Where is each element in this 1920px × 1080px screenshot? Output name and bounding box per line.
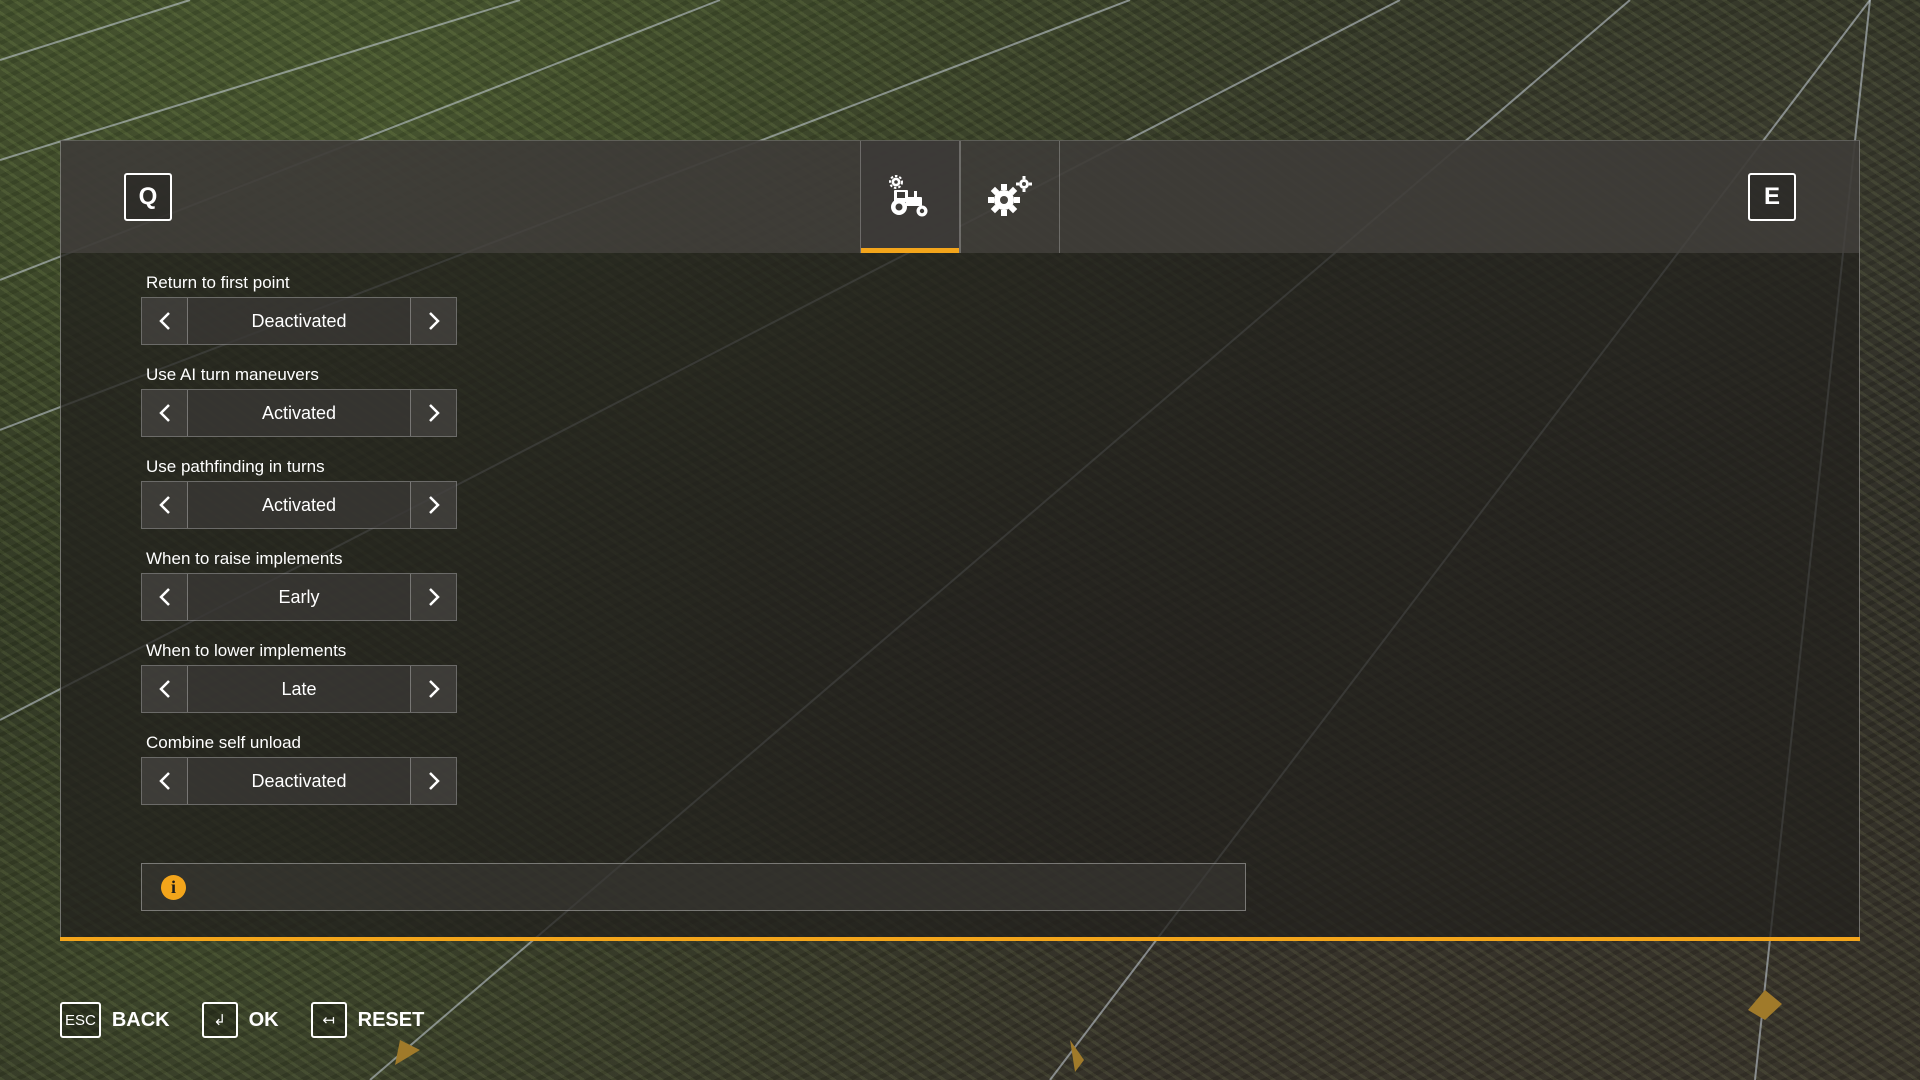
setting-label: When to lower implements [146,641,347,660]
next-option-button[interactable] [410,390,456,436]
option-value: Activated [188,482,410,528]
tab-general-settings[interactable] [960,141,1060,253]
chevron-right-icon [428,680,440,698]
prev-option-button[interactable] [142,482,188,528]
option-selector: Activated [141,389,457,437]
chevron-right-icon [428,772,440,790]
chevron-left-icon [158,772,170,790]
chevron-right-icon [428,588,440,606]
prev-option-button[interactable] [142,298,188,344]
setting-combine-self-unload: Combine self unload Deactivated [141,731,461,805]
setting-when-to-lower-implements: When to lower implements Late [141,639,461,713]
ok-label: OK [248,1008,279,1031]
chevron-right-icon [428,312,440,330]
next-option-button[interactable] [410,758,456,804]
option-value: Late [188,666,410,712]
next-option-button[interactable] [410,666,456,712]
setting-label: Use pathfinding in turns [146,457,325,476]
prev-option-button[interactable] [142,666,188,712]
back-button[interactable]: ESC BACK [60,1002,170,1038]
setting-use-pathfinding-in-turns: Use pathfinding in turns Activated [141,455,461,529]
panel-accent-bar [60,937,1860,941]
setting-when-to-raise-implements: When to raise implements Early [141,547,461,621]
next-option-button[interactable] [410,482,456,528]
option-value: Activated [188,390,410,436]
info-icon: i [161,875,186,900]
chevron-right-icon [428,496,440,514]
tab-vehicle-settings[interactable] [860,141,960,253]
option-value: Deactivated [188,298,410,344]
option-selector: Activated [141,481,457,529]
tractor-settings-icon [889,175,928,217]
setting-return-to-first-point: Return to first point Deactivated [141,271,461,345]
chevron-left-icon [158,312,170,330]
esc-key-icon: ESC [60,1002,101,1038]
next-option-button[interactable] [410,298,456,344]
chevron-left-icon [158,404,170,422]
info-bar: i [141,863,1246,911]
option-selector: Deactivated [141,297,457,345]
setting-label: When to raise implements [146,549,343,568]
gears-icon [988,176,1032,216]
next-page-key[interactable]: E [1748,173,1796,221]
reset-button[interactable]: ↤ RESET [310,1002,425,1038]
chevron-left-icon [158,496,170,514]
back-label: BACK [111,1008,170,1031]
option-value: Deactivated [188,758,410,804]
setting-label: Combine self unload [146,733,301,752]
prev-option-button[interactable] [142,758,188,804]
chevron-left-icon [158,680,170,698]
option-selector: Early [141,573,457,621]
chevron-right-icon [428,404,440,422]
setting-use-ai-turn-maneuvers: Use AI turn maneuvers Activated [141,363,461,437]
backspace-key-icon: ↤ [310,1002,347,1038]
setting-label: Return to first point [146,273,290,292]
next-option-button[interactable] [410,574,456,620]
settings-panel: Q E Return to first point Deactivated Us… [60,140,1860,940]
footer-actions: ESC BACK ↲ OK ↤ RESET [60,1000,456,1040]
option-selector: Late [141,665,457,713]
reset-label: RESET [357,1008,425,1031]
option-value: Early [188,574,410,620]
prev-page-key[interactable]: Q [124,173,172,221]
panel-header: Q E [61,141,1859,253]
prev-option-button[interactable] [142,390,188,436]
chevron-left-icon [158,588,170,606]
ok-button[interactable]: ↲ OK [201,1002,279,1038]
setting-label: Use AI turn maneuvers [146,365,319,384]
option-selector: Deactivated [141,757,457,805]
prev-option-button[interactable] [142,574,188,620]
enter-key-icon: ↲ [201,1002,238,1038]
